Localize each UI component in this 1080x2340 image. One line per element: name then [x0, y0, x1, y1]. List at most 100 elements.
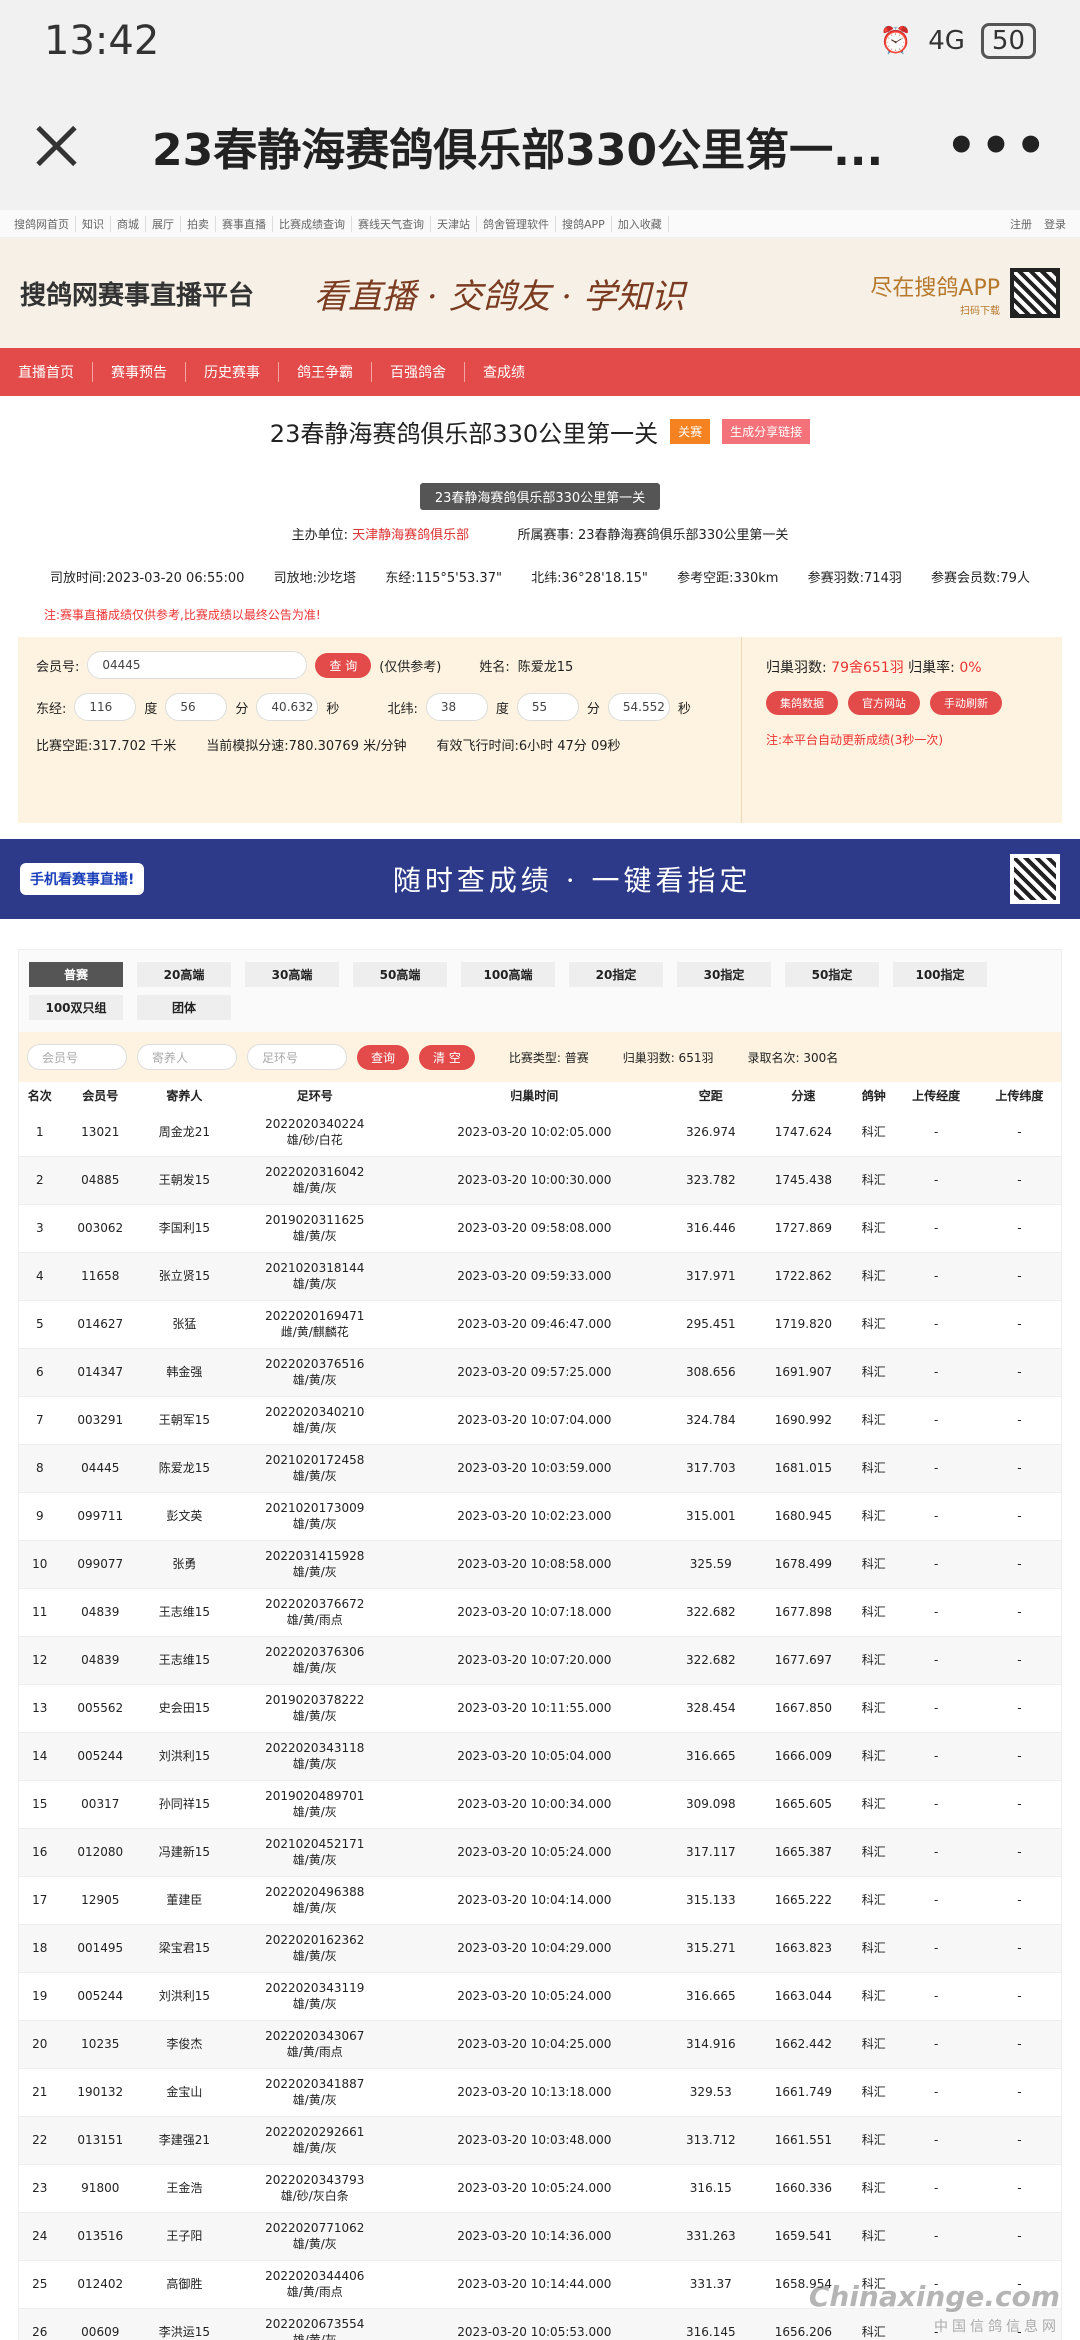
menu-item[interactable]: 查成绩	[465, 362, 543, 382]
official-site-button[interactable]: 官方网站	[848, 691, 920, 715]
tab[interactable]: 30高端	[245, 962, 339, 987]
menu-item[interactable]: 历史赛事	[186, 362, 279, 382]
login-link[interactable]: 登录	[1038, 216, 1072, 232]
table-cell: 2023-03-20 10:13:18.000	[400, 2068, 668, 2117]
member-filter-input[interactable]: 会员号	[27, 1044, 127, 1070]
table-cell: 2022020316042 雄/黄/灰	[228, 1156, 401, 1205]
member-input[interactable]: 04445	[87, 651, 308, 679]
toplink[interactable]: 展厅	[146, 215, 181, 232]
table-cell: -	[977, 1540, 1061, 1589]
east-minute-input[interactable]: 56	[165, 693, 228, 721]
tab[interactable]: 20高端	[137, 962, 231, 987]
table-cell: -	[894, 2212, 978, 2261]
tab[interactable]: 30指定	[677, 962, 771, 987]
table-cell: 316.665	[667, 1732, 754, 1781]
north-minute-input[interactable]: 55	[516, 693, 579, 721]
ring-number: 2021020173009	[265, 1500, 365, 1515]
promo-banner[interactable]: 手机看赛事直播! 随时查成绩 · 一键看指定	[0, 839, 1080, 919]
member-name: 陈爱龙15	[517, 659, 574, 675]
signal-icon: 4G	[928, 26, 965, 56]
table-cell: 20	[19, 2020, 61, 2069]
table-cell: -	[977, 1972, 1061, 2021]
table-cell: 7	[19, 1396, 61, 1445]
toplink[interactable]: 鸽舍管理软件	[477, 215, 556, 232]
table-cell: 高御胜	[139, 2260, 229, 2309]
menu-item[interactable]: 百强鸽舍	[372, 362, 465, 382]
table-row: 16 012080 冯建新15 2021020452171 雄/黄/灰 2023-03-2…	[19, 1828, 1061, 1877]
table-cell: -	[977, 1876, 1061, 1925]
column-header: 上传纬度	[995, 1088, 1044, 1103]
toplink[interactable]: 赛线天气查询	[352, 215, 431, 232]
main-menu: 直播首页 赛事预告 历史赛事 鸽王争霸 百强鸽舍 查成绩	[0, 348, 1080, 396]
table-cell: 04445	[60, 1444, 140, 1493]
pigeon-attrs: 雌/黄/麒麟花	[280, 1325, 349, 1339]
toplink[interactable]: 商城	[111, 215, 146, 232]
table-row: 15 00317 孙同祥15 2019020489701 雄/黄/灰 2023-03-20…	[19, 1780, 1061, 1829]
more-icon[interactable]: •••	[946, 118, 1050, 174]
toplink[interactable]: 拍卖	[181, 215, 216, 232]
north-second-input[interactable]: 54.552	[607, 693, 670, 721]
east-second-input[interactable]: 40.632	[256, 693, 319, 721]
toplink[interactable]: 比赛成绩查询	[273, 215, 352, 232]
pigeon-attrs: 雄/黄/灰	[292, 1565, 337, 1579]
site-logo[interactable]: 搜鸽网赛事直播平台	[20, 275, 254, 312]
table-cell: 王志维15	[139, 1636, 229, 1685]
tab[interactable]: 100高端	[461, 962, 555, 987]
tab[interactable]: 50高端	[353, 962, 447, 987]
ring-filter-input[interactable]: 足环号	[247, 1044, 347, 1070]
toplink[interactable]: 搜鸽网首页	[8, 215, 76, 232]
race-distance: 比赛空距:317.702 千米	[36, 739, 177, 754]
collection-data-button[interactable]: 集鸽数据	[766, 691, 838, 715]
fosterer-filter-input[interactable]: 寄养人	[137, 1044, 237, 1070]
filter-clear-button[interactable]: 清 空	[419, 1044, 475, 1070]
filter-query-button[interactable]: 查询	[357, 1044, 410, 1070]
tab[interactable]: 100指定	[893, 962, 987, 987]
table-cell: 2023-03-20 10:05:53.000	[400, 2308, 668, 2340]
table-cell: 科汇	[852, 2164, 895, 2213]
refresh-button[interactable]: 手动刷新	[930, 691, 1002, 715]
tab[interactable]: 20指定	[569, 962, 663, 987]
tab[interactable]: 普赛	[29, 962, 123, 987]
site-banner: 搜鸽网赛事直播平台 看直播 · 交鸽友 · 学知识 尽在搜鸽APP 扫码下载	[0, 238, 1080, 348]
toplink[interactable]: 知识	[76, 215, 111, 232]
table-cell: -	[977, 1828, 1061, 1877]
table-cell: 1681.015	[753, 1444, 853, 1493]
table-cell: -	[894, 1348, 978, 1397]
close-icon[interactable]	[30, 120, 82, 172]
tab[interactable]: 50指定	[785, 962, 879, 987]
table-cell: 王金浩	[139, 2164, 229, 2213]
table-cell: 317.117	[667, 1828, 754, 1877]
table-cell: 科汇	[852, 1252, 895, 1301]
table-cell: 2023-03-20 09:59:33.000	[400, 1252, 668, 1301]
menu-item[interactable]: 鸽王争霸	[279, 362, 372, 382]
table-cell: -	[894, 1828, 978, 1877]
table-row: 17 12905 董建臣 2022020496388 雄/黄/灰 2023-03-20 1…	[19, 1876, 1061, 1925]
tab[interactable]: 100双只组	[29, 995, 123, 1020]
table-cell: 00609	[60, 2308, 140, 2340]
toplink[interactable]: 赛事直播	[216, 215, 273, 232]
pigeon-attrs: 雄/黄/灰	[292, 1469, 337, 1483]
table-cell: -	[894, 2164, 978, 2213]
query-button[interactable]: 查 询	[315, 652, 372, 678]
table-cell: 313.712	[667, 2116, 754, 2165]
table-cell: 2022020169471 雌/黄/麒麟花	[228, 1300, 401, 1349]
pigeon-attrs: 雄/黄/雨点	[286, 1613, 343, 1627]
toplink[interactable]: 加入收藏	[612, 215, 669, 232]
pigeon-attrs: 雄/黄/灰	[292, 2093, 337, 2107]
table-cell: 309.098	[667, 1780, 754, 1829]
toplink[interactable]: 天津站	[431, 215, 477, 232]
table-cell: 陈爱龙15	[139, 1444, 229, 1493]
north-degree-input[interactable]: 38	[425, 693, 488, 721]
menu-item[interactable]: 直播首页	[18, 362, 93, 382]
share-link-button[interactable]: 生成分享链接	[722, 419, 811, 444]
tab[interactable]: 团体	[137, 995, 231, 1020]
table-row: 23 91800 王金浩 2022020343793 雄/砂/灰白条 2023-03-20…	[19, 2164, 1061, 2213]
east-degree-input[interactable]: 116	[74, 693, 137, 721]
menu-item[interactable]: 赛事预告	[93, 362, 186, 382]
ring-number: 2019020311625	[265, 1212, 365, 1227]
results-table: 名次 会员号 寄养人 足环号 归巢时间 空距 分速 鸽钟 上传经度 上传纬度 1 13021 周金龙2…	[19, 1082, 1061, 2340]
ring-number: 2022020169471	[265, 1308, 365, 1323]
column-header: 分速	[791, 1088, 816, 1103]
register-link[interactable]: 注册	[1004, 216, 1038, 232]
toplink[interactable]: 搜鸽APP	[556, 215, 612, 232]
